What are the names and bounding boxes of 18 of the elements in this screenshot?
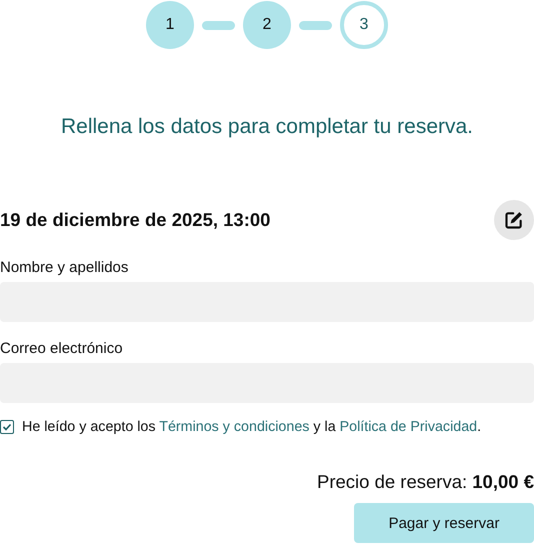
step-circle: 3 [340, 1, 388, 49]
edit-button[interactable] [494, 200, 534, 240]
policy-link[interactable]: Términos y condiciones [159, 419, 310, 435]
step-circle: 1 [146, 1, 194, 49]
checkbox[interactable] [0, 420, 14, 434]
pay-button[interactable]: Pagar y reservar [354, 503, 534, 543]
policy-link[interactable]: Política de Privacidad [340, 419, 478, 435]
step-connector [299, 20, 332, 30]
check-icon [2, 422, 12, 432]
step-connector [202, 20, 235, 30]
consent-text: He leído y acepto los Términos y condiciones y la Política de Privacidad. [22, 419, 482, 435]
booking-date: 19 de diciembre de 2025, 13:00 [0, 209, 270, 231]
booking-price: Precio de reserva: 10,00 € [316, 471, 534, 493]
page-heading: Rellena los datos para completar tu reserva. [60, 115, 474, 139]
step-circle: 2 [243, 1, 291, 49]
field-label: Nombre y apellidos [0, 259, 130, 276]
field-label: Correo electrónico [0, 340, 124, 357]
edit-icon [504, 210, 524, 230]
